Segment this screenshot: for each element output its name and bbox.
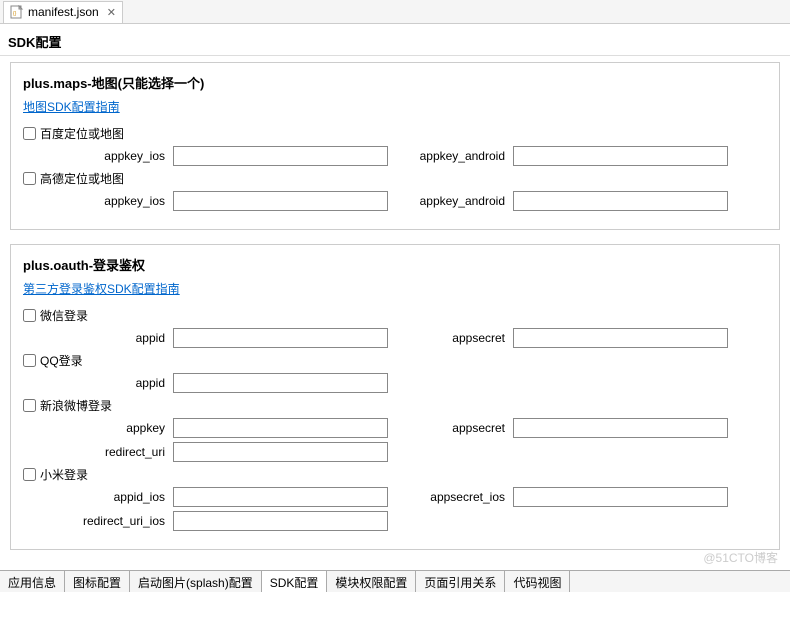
label-xiaomi-appid-ios: appid_ios	[23, 490, 173, 504]
panel-oauth-title: plus.oauth-登录鉴权	[23, 255, 767, 274]
checkbox-baidu-label: 百度定位或地图	[40, 125, 124, 142]
maps-guide-link[interactable]: 地图SDK配置指南	[23, 98, 120, 115]
checkbox-amap-label: 高德定位或地图	[40, 170, 124, 187]
close-icon[interactable]: ✕	[107, 6, 116, 19]
tab-icon-config[interactable]: 图标配置	[65, 571, 130, 592]
input-xiaomi-redirect-uri-ios[interactable]	[173, 511, 388, 531]
input-xiaomi-appsecret-ios[interactable]	[513, 487, 728, 507]
input-baidu-appkey-android[interactable]	[513, 146, 728, 166]
checkbox-weibo-label: 新浪微博登录	[40, 397, 112, 414]
checkbox-baidu[interactable]	[23, 127, 36, 140]
watermark: @51CTO博客	[703, 549, 778, 566]
checkbox-xiaomi[interactable]	[23, 468, 36, 481]
label-qq-appid: appid	[23, 376, 173, 390]
checkbox-qq-label: QQ登录	[40, 352, 83, 369]
checkbox-amap[interactable]	[23, 172, 36, 185]
checkbox-wechat[interactable]	[23, 309, 36, 322]
input-wechat-appid[interactable]	[173, 328, 388, 348]
tab-sdk-config[interactable]: SDK配置	[262, 571, 328, 592]
input-weibo-appsecret[interactable]	[513, 418, 728, 438]
divider	[0, 55, 790, 56]
file-tab-manifest[interactable]: {} manifest.json ✕	[3, 1, 123, 23]
label-xiaomi-appsecret-ios: appsecret_ios	[413, 490, 513, 504]
input-qq-appid[interactable]	[173, 373, 388, 393]
panel-maps-title: plus.maps-地图(只能选择一个)	[23, 73, 767, 92]
input-weibo-appkey[interactable]	[173, 418, 388, 438]
input-amap-appkey-ios[interactable]	[173, 191, 388, 211]
label-weibo-appsecret: appsecret	[413, 421, 513, 435]
label-baidu-appkey-ios: appkey_ios	[23, 149, 173, 163]
tab-module-permission[interactable]: 模块权限配置	[327, 571, 416, 592]
checkbox-wechat-label: 微信登录	[40, 307, 88, 324]
oauth-guide-link[interactable]: 第三方登录鉴权SDK配置指南	[23, 280, 180, 297]
panel-maps: plus.maps-地图(只能选择一个) 地图SDK配置指南 百度定位或地图 a…	[10, 62, 780, 230]
label-weibo-redirect-uri: redirect_uri	[23, 445, 173, 459]
input-baidu-appkey-ios[interactable]	[173, 146, 388, 166]
tab-splash-config[interactable]: 启动图片(splash)配置	[130, 571, 262, 592]
svg-text:{}: {}	[13, 11, 17, 17]
input-wechat-appsecret[interactable]	[513, 328, 728, 348]
tab-code-view[interactable]: 代码视图	[505, 571, 570, 592]
file-tab-label: manifest.json	[28, 5, 99, 19]
json-file-icon: {}	[10, 5, 24, 19]
label-weibo-appkey: appkey	[23, 421, 173, 435]
input-xiaomi-appid-ios[interactable]	[173, 487, 388, 507]
page-title: SDK配置	[0, 24, 790, 55]
label-wechat-appid: appid	[23, 331, 173, 345]
label-amap-appkey-android: appkey_android	[413, 194, 513, 208]
tab-app-info[interactable]: 应用信息	[0, 571, 65, 592]
checkbox-xiaomi-label: 小米登录	[40, 466, 88, 483]
panel-oauth: plus.oauth-登录鉴权 第三方登录鉴权SDK配置指南 微信登录 appi…	[10, 244, 780, 550]
checkbox-qq[interactable]	[23, 354, 36, 367]
checkbox-weibo[interactable]	[23, 399, 36, 412]
label-baidu-appkey-android: appkey_android	[413, 149, 513, 163]
label-amap-appkey-ios: appkey_ios	[23, 194, 173, 208]
label-xiaomi-redirect-uri-ios: redirect_uri_ios	[23, 514, 173, 528]
bottom-tab-bar: 应用信息 图标配置 启动图片(splash)配置 SDK配置 模块权限配置 页面…	[0, 570, 790, 592]
editor-tab-bar: {} manifest.json ✕	[0, 0, 790, 24]
input-amap-appkey-android[interactable]	[513, 191, 728, 211]
label-wechat-appsecret: appsecret	[413, 331, 513, 345]
tab-page-reference[interactable]: 页面引用关系	[416, 571, 505, 592]
input-weibo-redirect-uri[interactable]	[173, 442, 388, 462]
